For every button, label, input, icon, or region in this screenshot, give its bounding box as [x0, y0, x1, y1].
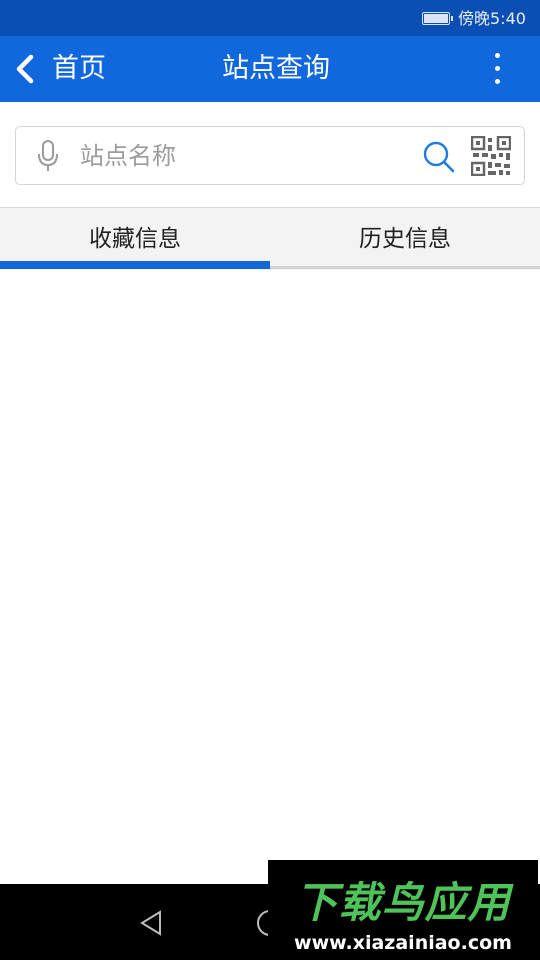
microphone-icon[interactable] — [36, 139, 60, 173]
favorites-list — [0, 270, 540, 884]
search-box — [15, 126, 525, 185]
back-button[interactable]: 首页 — [14, 36, 124, 102]
status-bar: 傍晚5:40 — [0, 0, 540, 36]
app-bar: 首页 站点查询 — [0, 36, 540, 102]
tab-selected-indicator — [0, 261, 270, 269]
triangle-back-icon[interactable] — [138, 909, 164, 937]
status-time: 傍晚5:40 — [458, 9, 526, 28]
tab-history[interactable]: 历史信息 — [270, 208, 540, 270]
tab-divider — [270, 266, 540, 269]
station-name-search-input[interactable] — [80, 135, 410, 177]
chevron-left-icon — [16, 54, 34, 84]
watermark: 下载鸟应用 www.xiazainiao.com — [268, 860, 538, 960]
battery-icon — [422, 12, 453, 25]
more-options-button[interactable] — [478, 49, 518, 89]
watermark-url: www.xiazainiao.com — [294, 932, 512, 954]
watermark-logo: 下载鸟应用 — [295, 878, 511, 927]
more-vertical-icon — [495, 53, 500, 58]
qr-code-icon[interactable] — [471, 136, 511, 176]
search-icon[interactable] — [422, 140, 456, 174]
back-label: 首页 — [52, 53, 106, 84]
page-title: 站点查询 — [222, 53, 330, 84]
